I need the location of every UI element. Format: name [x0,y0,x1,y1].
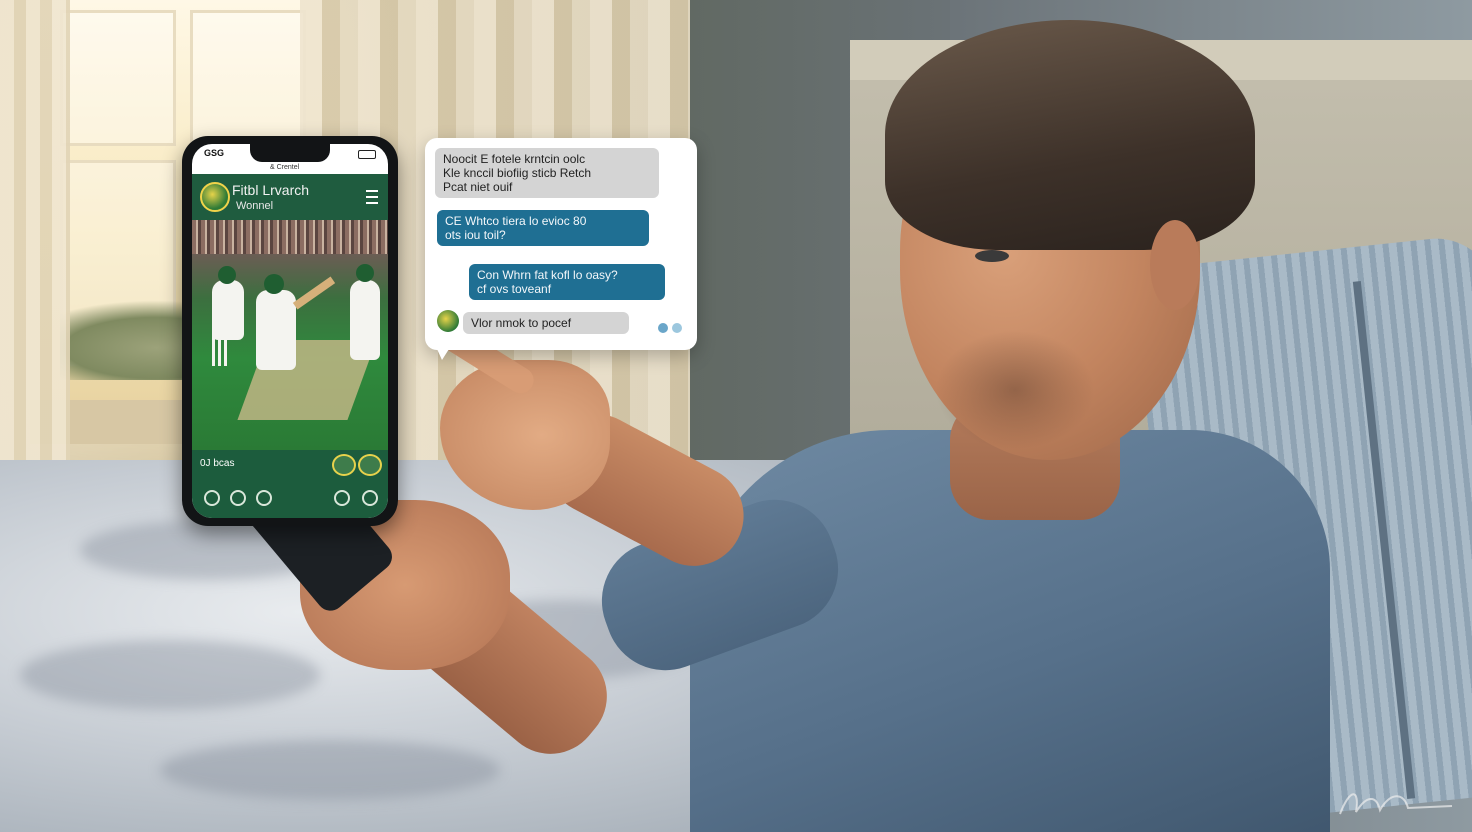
cricket-bat [292,276,336,310]
stadium-crowd [192,220,388,254]
hamburger-menu-icon[interactable] [366,190,378,204]
chat-message-incoming: Noocit E fotele krntcin oolc Kle knccil … [435,148,659,198]
window-pane [60,10,176,146]
nav-live-icon[interactable] [256,490,272,506]
artist-signature [1336,784,1456,824]
wicketkeeper-helmet [218,266,236,284]
cricket-video[interactable] [192,220,388,450]
chat-tail [432,338,456,360]
bedroom-scene: GSG & Crentel Fitbl Lrvarch Wonnel 0J bc… [0,0,1472,832]
chat-message-incoming: Vlor nmok to pocef [463,312,629,334]
chat-message-outgoing: Con Whrn fat kofl lo oasy? cf ovs tovean… [469,264,665,300]
window-pane [190,10,306,146]
emoji-icon[interactable] [672,323,682,333]
nav-home-icon[interactable] [204,490,220,506]
team-badge-icon[interactable] [358,454,382,476]
app-subtitle: Wonnel [236,200,274,212]
battery-icon [358,150,376,159]
man-eye [975,250,1009,262]
team-badge-icon[interactable] [332,454,356,476]
app-bottom-bar: 0J bcas [192,450,388,518]
app-header: Fitbl Lrvarch Wonnel [192,174,388,220]
man-hair [885,20,1255,250]
wicketkeeper-player [212,280,244,340]
phone-screen: GSG & Crentel Fitbl Lrvarch Wonnel 0J bc… [192,144,388,518]
bottom-label: 0J bcas [200,458,235,469]
chat-avatar-icon [437,310,459,332]
batsman-player [256,290,296,370]
nav-stats-icon[interactable] [230,490,246,506]
batsman-helmet [264,274,284,294]
app-title: Fitbl Lrvarch [232,182,310,198]
smartphone-mockup: GSG & Crentel Fitbl Lrvarch Wonnel 0J bc… [182,136,398,526]
fielder-cap [356,264,374,282]
signature-scribble [1339,793,1453,815]
chat-popup: Noocit E fotele krntcin oolc Kle knccil … [425,138,697,350]
status-center-text: & Crentel [270,164,300,171]
man-stubble [935,330,1095,450]
fielder-player [350,280,380,360]
send-icon[interactable] [658,323,668,333]
man-ear [1150,220,1200,310]
duvet-fold [20,640,320,710]
nav-profile-icon[interactable] [362,490,378,506]
app-logo-icon [200,182,230,212]
status-carrier: GSG [204,148,225,158]
duvet-fold [160,740,500,800]
chat-message-outgoing: CE Whtco tiera lo evioc 80 ots iou toil? [437,210,649,246]
left-curtain [0,0,70,480]
phone-notch [250,144,330,162]
nav-chat-icon[interactable] [334,490,350,506]
